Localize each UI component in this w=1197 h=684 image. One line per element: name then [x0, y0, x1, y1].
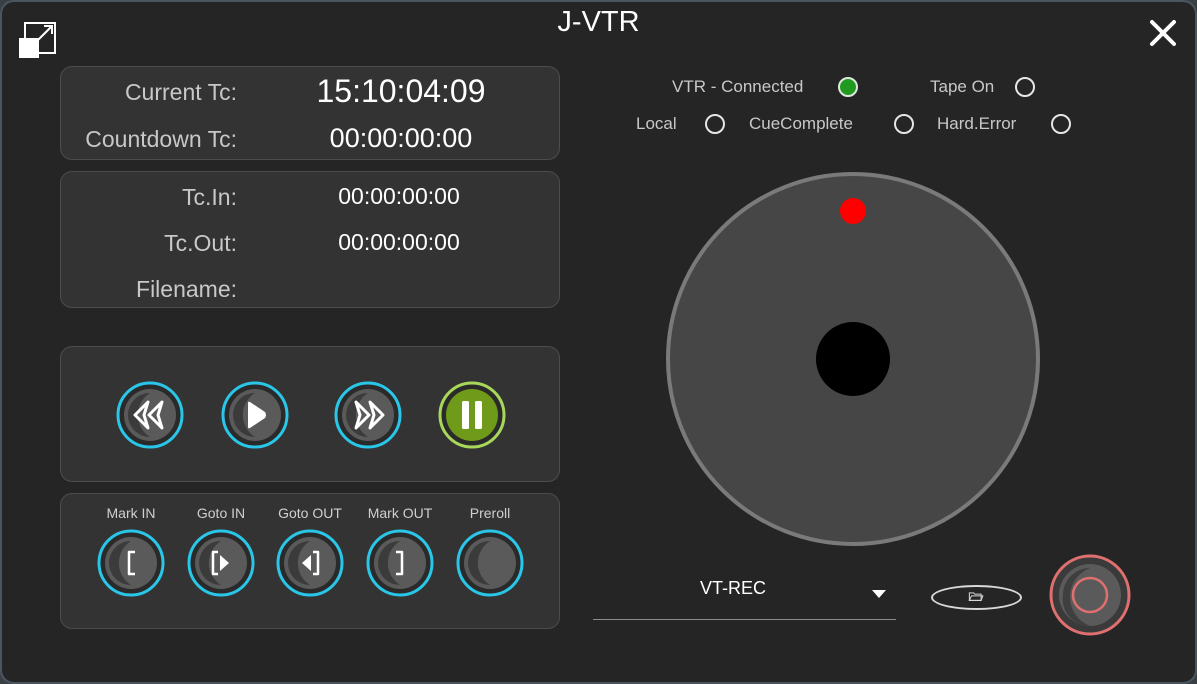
goto-in-button[interactable] — [187, 529, 255, 597]
close-icon — [1150, 20, 1176, 46]
tape-on-indicator — [1015, 77, 1035, 97]
goto-out-label: Goto OUT — [278, 505, 342, 521]
window-title: J-VTR — [557, 6, 640, 38]
expand-icon — [19, 22, 56, 58]
transport-panel — [60, 346, 560, 482]
fast-forward-button[interactable] — [334, 381, 402, 449]
cue-complete-label: CueComplete — [749, 114, 853, 133]
tc-out-value: 00:00:00:00 — [338, 229, 460, 255]
countdown-tc-label: Countdown Tc: — [85, 126, 237, 152]
tc-out-label: Tc.Out: — [164, 230, 237, 256]
countdown-tc-value: 00:00:00:00 — [329, 123, 473, 153]
open-folder-button[interactable] — [931, 585, 1022, 610]
pause-button[interactable] — [438, 381, 506, 449]
local-label: Local — [636, 114, 677, 133]
current-tc-value: 15:10:04:09 — [316, 73, 486, 109]
hard-error-label: Hard.Error — [937, 114, 1017, 133]
marks-panel: Mark IN Goto IN Goto OUT Mark OUT Prerol… — [60, 493, 560, 629]
folder-icon — [968, 592, 984, 601]
tc-in-value: 00:00:00:00 — [338, 183, 460, 209]
record-button[interactable] — [1049, 554, 1131, 636]
local-indicator — [705, 114, 725, 134]
hard-error-indicator — [1051, 114, 1071, 134]
jog-wheel-hub — [816, 322, 890, 396]
clip-info-panel: Tc.In: 00:00:00:00 Tc.Out: 00:00:00:00 F… — [60, 171, 560, 308]
mark-out-button[interactable] — [366, 529, 434, 597]
tape-on-label: Tape On — [930, 77, 995, 96]
close-button[interactable] — [1146, 16, 1180, 50]
device-select[interactable]: VT-REC — [593, 568, 896, 620]
mark-in-label: Mark IN — [106, 505, 156, 521]
cue-complete-indicator — [894, 114, 914, 134]
rewind-button[interactable] — [116, 381, 184, 449]
mark-out-label: Mark OUT — [367, 505, 433, 521]
filename-label: Filename: — [136, 276, 237, 302]
vtr-connected-indicator — [838, 77, 858, 97]
current-tc-label: Current Tc: — [124, 79, 237, 105]
jog-wheel[interactable] — [666, 172, 1040, 546]
timecode-panel: Current Tc: 15:10:04:09 Countdown Tc: 00… — [60, 66, 560, 160]
goto-in-label: Goto IN — [196, 505, 246, 521]
jog-position-marker — [840, 198, 866, 224]
tc-in-label: Tc.In: — [182, 184, 237, 210]
mark-in-button[interactable] — [97, 529, 165, 597]
preroll-label: Preroll — [469, 505, 511, 521]
chevron-down-icon — [872, 590, 886, 598]
device-select-value: VT-REC — [699, 578, 766, 598]
vtr-connected-label: VTR - Connected — [672, 77, 804, 96]
record-icon — [1049, 554, 1131, 636]
expand-window-button[interactable] — [18, 20, 58, 60]
main-window: J-VTR Current Tc: 15:10:04:09 Countdown … — [0, 0, 1197, 684]
preroll-button[interactable] — [456, 529, 524, 597]
goto-out-button[interactable] — [276, 529, 344, 597]
play-button[interactable] — [221, 381, 289, 449]
